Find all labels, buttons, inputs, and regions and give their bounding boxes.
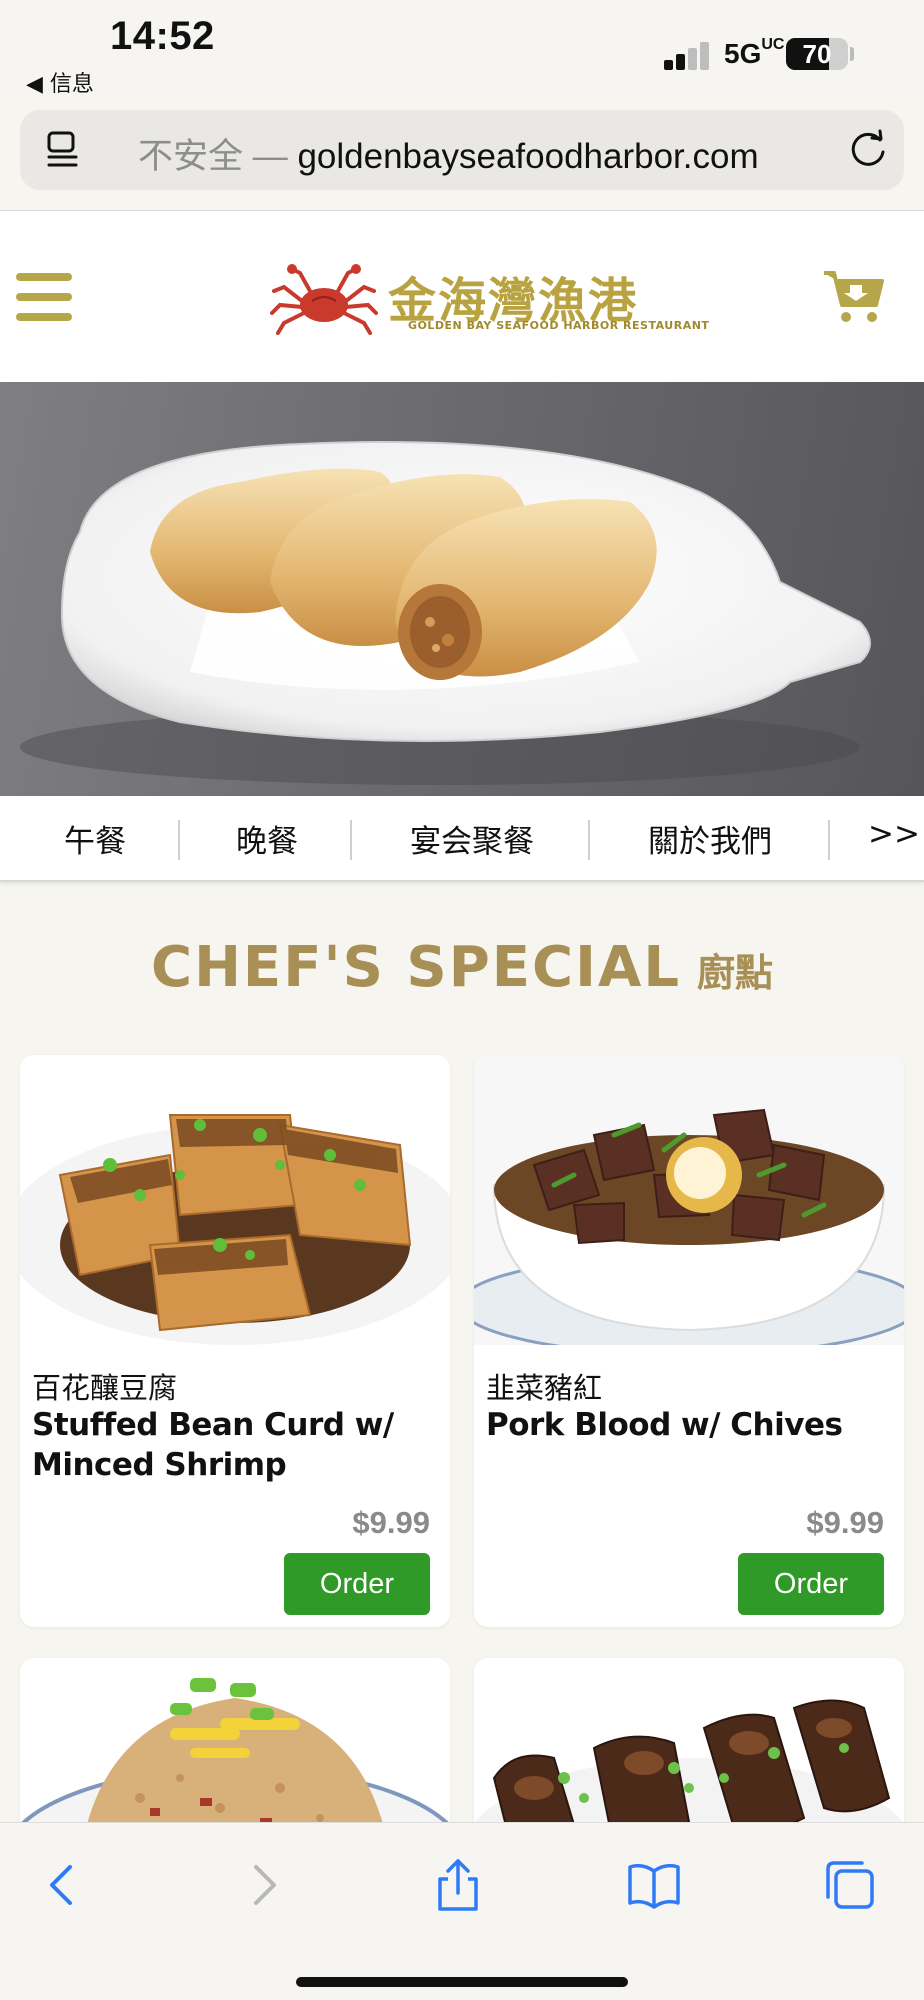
reader-mode-icon[interactable] — [46, 130, 82, 170]
menu-item-image — [474, 1055, 904, 1345]
reload-icon[interactable] — [846, 128, 890, 172]
back-to-app-link[interactable]: ◀ 信息 — [26, 66, 94, 98]
forward-icon[interactable] — [236, 1857, 292, 1913]
hero-spring-rolls-illustration — [20, 441, 871, 785]
network-type: 5GUC — [724, 36, 785, 70]
section-title-chinese: 廚點 — [697, 951, 774, 995]
status-time: 14:52 — [110, 14, 215, 58]
menu-item-english-name: Stuffed Bean Curd w/ Minced Shrimp — [32, 1407, 394, 1483]
menu-item-price: $9.99 — [806, 1505, 884, 1540]
nav-divider — [588, 820, 590, 860]
bookmarks-icon[interactable] — [626, 1857, 682, 1913]
nav-item-dinner[interactable]: 晚餐 — [236, 816, 298, 861]
restaurant-logo[interactable]: 金海灣漁港 GOLDEN BAY SEAFOOD HARBOR RESTAURA… — [270, 261, 709, 341]
menu-item-price: $9.99 — [352, 1505, 430, 1540]
menu-item-card[interactable]: 百花釀豆腐 Stuffed Bean Curd w/ Minced Shrimp… — [20, 1055, 450, 1627]
order-button[interactable]: Order — [284, 1553, 430, 1615]
home-indicator — [296, 1977, 628, 1987]
section-title-english: CHEF'S SPECIAL — [150, 935, 681, 1000]
url-text[interactable]: 不安全 — goldenbayseafoodharbor.com — [138, 128, 759, 179]
back-icon[interactable] — [34, 1857, 90, 1913]
security-label: 不安全 — — [138, 137, 298, 176]
address-bar[interactable]: 不安全 — goldenbayseafoodharbor.com — [20, 110, 904, 190]
nav-more-button[interactable]: >> — [868, 816, 920, 852]
crab-logo-icon — [270, 264, 378, 335]
site-header: 金海灣漁港 GOLDEN BAY SEAFOOD HARBOR RESTAURA… — [0, 210, 924, 382]
nav-divider — [350, 820, 352, 860]
menu-item-chinese-name: 百花釀豆腐 — [32, 1371, 178, 1405]
nav-item-lunch[interactable]: 午餐 — [64, 816, 126, 861]
browser-toolbar — [0, 1822, 924, 2000]
battery-icon: 70 — [786, 38, 848, 70]
menu-item-english-name: Pork Blood w/ Chives — [486, 1407, 843, 1443]
menu-item-card[interactable]: 韭菜豬紅 Pork Blood w/ Chives $9.99 Order — [474, 1055, 904, 1627]
url-domain: goldenbayseafoodharbor.com — [297, 137, 759, 176]
section-title: CHEF'S SPECIAL 廚點 — [0, 935, 924, 1000]
hero-banner-image — [0, 382, 924, 796]
shopping-cart-icon[interactable] — [822, 267, 886, 327]
tabs-icon[interactable] — [822, 1857, 878, 1913]
nav-divider — [828, 820, 830, 860]
nav-divider — [178, 820, 180, 860]
hamburger-menu-icon[interactable] — [16, 273, 74, 321]
status-bar: 14:52 ◀ 信息 5GUC 70 — [0, 0, 924, 100]
cellular-signal-icon — [664, 42, 714, 70]
share-icon[interactable] — [430, 1857, 486, 1913]
menu-category-nav: 午餐 晚餐 宴会聚餐 關於我們 >> — [0, 796, 924, 882]
battery-level: 70 — [802, 39, 832, 69]
order-button[interactable]: Order — [738, 1553, 884, 1615]
battery-tip — [850, 47, 854, 61]
nav-item-banquet[interactable]: 宴会聚餐 — [410, 816, 534, 861]
menu-item-chinese-name: 韭菜豬紅 — [486, 1371, 603, 1405]
menu-item-image — [20, 1055, 450, 1345]
nav-item-about-us[interactable]: 關於我們 — [648, 816, 772, 861]
logo-english-name: GOLDEN BAY SEAFOOD HARBOR RESTAURANT — [408, 319, 710, 332]
